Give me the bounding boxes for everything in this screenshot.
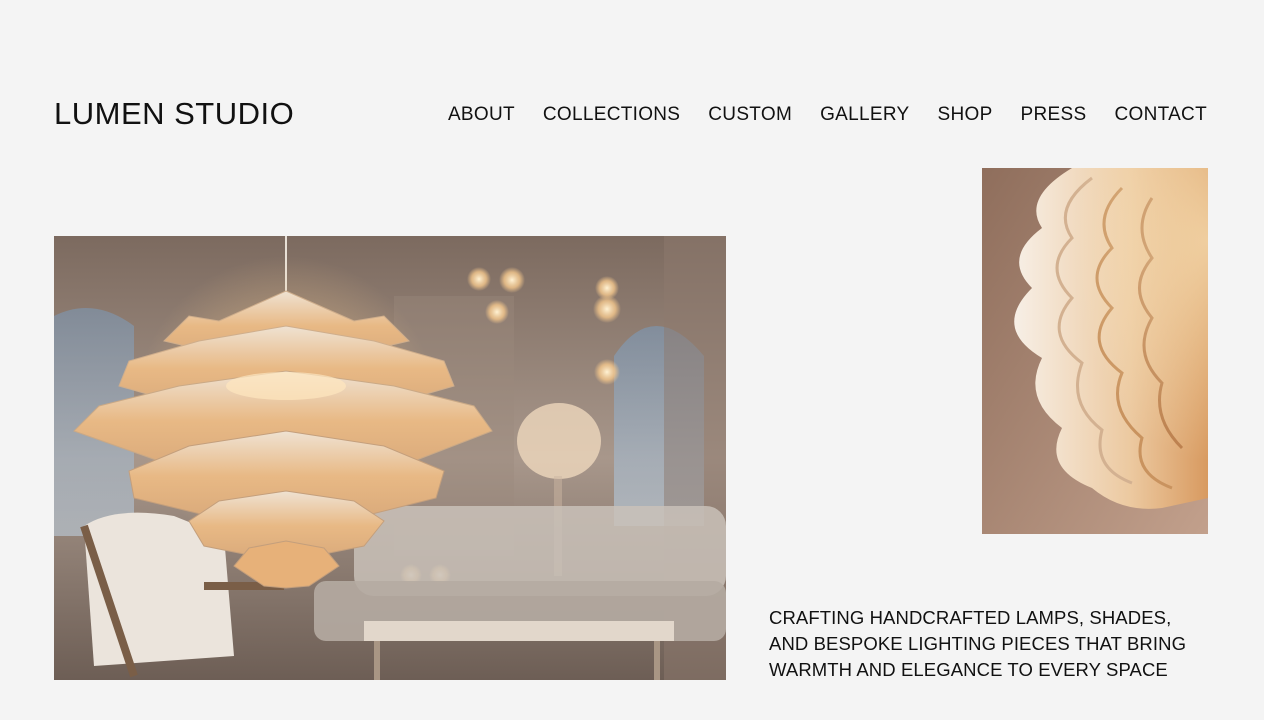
nav-press[interactable]: PRESS — [1021, 104, 1087, 126]
hero-lamp-photo — [54, 236, 726, 680]
shade-closeup-photo — [982, 168, 1208, 534]
nav-about[interactable]: ABOUT — [448, 104, 515, 126]
nav-contact[interactable]: CONTACT — [1114, 104, 1207, 126]
site-logo[interactable]: LUMEN STUDIO — [54, 96, 294, 132]
page: LUMEN STUDIO ABOUT COLLECTIONS CUSTOM GA… — [0, 0, 1264, 720]
tagline-line-1: CRAFTING HANDCRAFTED LAMPS, SHADES, — [769, 607, 1172, 628]
nav-custom[interactable]: CUSTOM — [708, 104, 792, 126]
main-nav: ABOUT COLLECTIONS CUSTOM GALLERY SHOP PR… — [448, 104, 1207, 126]
tagline-line-2: AND BESPOKE LIGHTING PIECES THAT BRING — [769, 633, 1187, 654]
nav-shop[interactable]: SHOP — [938, 104, 993, 126]
nav-gallery[interactable]: GALLERY — [820, 104, 909, 126]
nav-collections[interactable]: COLLECTIONS — [543, 104, 680, 126]
tagline-line-3: WARMTH AND ELEGANCE TO EVERY SPACE — [769, 659, 1168, 680]
tagline: CRAFTING HANDCRAFTED LAMPS, SHADES, AND … — [769, 605, 1209, 683]
